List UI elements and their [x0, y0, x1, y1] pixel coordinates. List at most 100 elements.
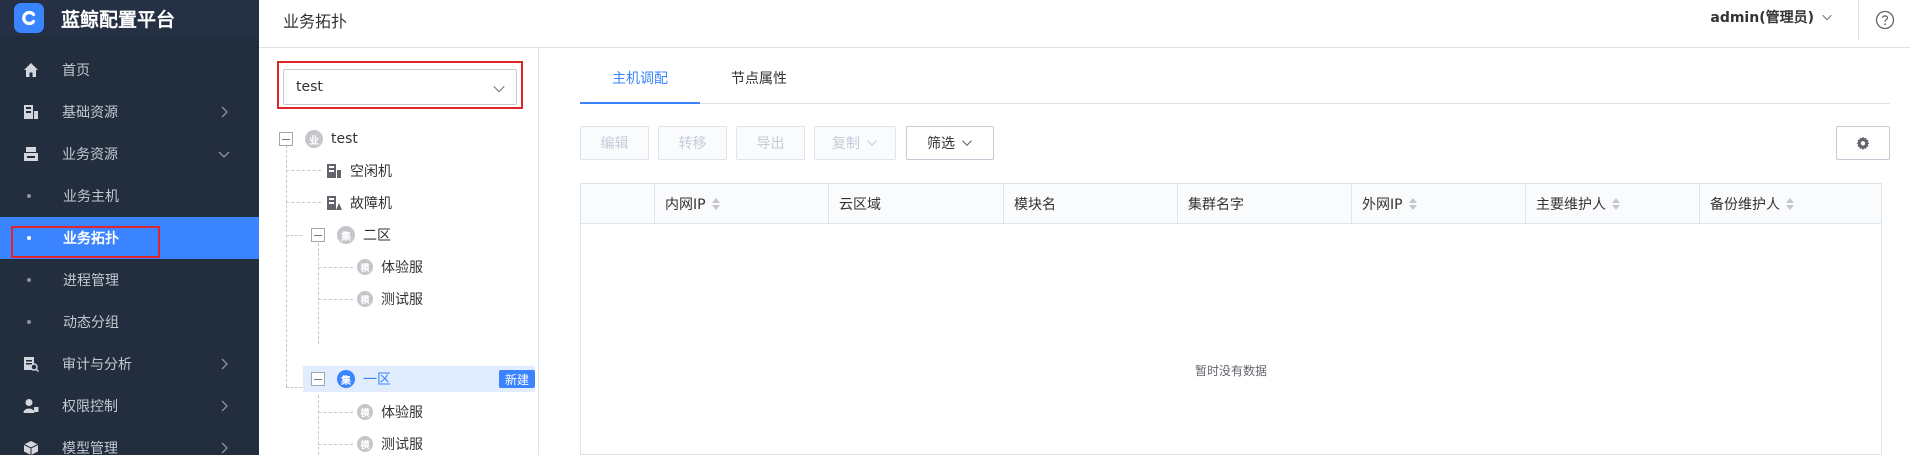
column-header-outer-ip[interactable]: 外网IP — [1351, 184, 1525, 224]
transfer-button[interactable]: 转移 — [658, 126, 727, 160]
column-header-inner-ip[interactable]: 内网IP — [654, 184, 828, 224]
topology-panel: test 业 test 空闲机 故障机 集 二区 模 体验服 模 测试服 集 一… — [259, 48, 539, 455]
chevron-down-icon — [962, 140, 972, 147]
export-button[interactable]: 导出 — [736, 126, 805, 160]
tree-guide-line — [318, 243, 319, 344]
column-header-module-name[interactable]: 模块名 — [1003, 184, 1177, 224]
tab-host-allocation[interactable]: 主机调配 — [612, 68, 668, 88]
sidebar-subitem-business-topology[interactable]: 业务拓扑 — [0, 217, 259, 259]
collapse-icon[interactable] — [279, 132, 293, 146]
tree-guide-line — [286, 387, 302, 388]
tree-node-label: 测试服 — [381, 292, 423, 308]
tree-node-module[interactable]: 模 体验服 — [357, 399, 423, 425]
tree-guide-line — [318, 267, 353, 268]
bullet-icon — [27, 194, 31, 198]
page-title: 业务拓扑 — [283, 12, 348, 31]
column-header-cloud-area[interactable]: 云区域 — [828, 184, 1003, 224]
brand[interactable]: 蓝鲸配置平台 — [0, 0, 259, 36]
resource-icon — [22, 103, 40, 121]
tree-guide-line — [286, 235, 302, 236]
tree-node-label: 测试服 — [381, 437, 423, 453]
sidebar: 蓝鲸配置平台 首页 基础资源 业务资源 业务主机 业务拓扑 进程管理 动态分组 … — [0, 0, 259, 455]
bullet-icon — [27, 320, 31, 324]
sidebar-item-business-resources[interactable]: 业务资源 — [0, 133, 259, 175]
column-label: 云区域 — [839, 197, 881, 213]
tree-node-set-selected[interactable]: 集 一区 新建 — [303, 366, 535, 392]
sidebar-item-label: 审计与分析 — [62, 357, 132, 373]
tree-guide-line — [318, 444, 353, 445]
sidebar-item-permission[interactable]: 权限控制 — [0, 385, 259, 427]
chevron-right-icon — [221, 358, 228, 370]
home-icon — [22, 61, 40, 79]
sidebar-item-basic-resources[interactable]: 基础资源 — [0, 91, 259, 133]
tree-node-root[interactable]: 业 test — [279, 126, 358, 152]
app-logo-icon — [14, 3, 44, 33]
tree-node-fault-pool[interactable]: 故障机 — [326, 190, 392, 216]
column-label: 集群名字 — [1188, 197, 1244, 213]
tree-guide-line — [286, 170, 321, 171]
edit-button[interactable]: 编辑 — [580, 126, 649, 160]
sidebar-subitem-label: 业务拓扑 — [63, 231, 119, 247]
tree-guide-line — [318, 395, 319, 455]
sort-icon[interactable] — [1408, 198, 1417, 210]
tree-node-label: test — [331, 131, 358, 147]
empty-state-text: 暂时没有数据 — [1194, 364, 1267, 378]
chevron-down-icon — [867, 140, 877, 147]
tree-node-module[interactable]: 模 测试服 — [357, 286, 423, 312]
tree-node-label: 体验服 — [381, 260, 423, 276]
tree-guide-line — [318, 412, 353, 413]
table-header: 内网IP 云区域 模块名 集群名字 外网IP 主要维护人 备份维护人 — [581, 184, 1881, 224]
column-header-bak-operator[interactable]: 备份维护人 — [1699, 184, 1881, 224]
sidebar-subitem-process-management[interactable]: 进程管理 — [0, 259, 259, 301]
set-badge-icon: 集 — [337, 370, 355, 388]
tree-node-set[interactable]: 集 二区 — [311, 222, 391, 248]
main-content: 主机调配 节点属性 编辑 转移 导出 复制 筛选 内网IP 云区域 模块名 集群… — [540, 48, 1910, 455]
module-badge-icon: 模 — [357, 436, 373, 452]
chevron-right-icon — [221, 442, 228, 454]
sidebar-subitem-dynamic-grouping[interactable]: 动态分组 — [0, 301, 259, 343]
sort-icon[interactable] — [1612, 198, 1620, 210]
filter-button[interactable]: 筛选 — [906, 126, 994, 160]
copy-button[interactable]: 复制 — [814, 126, 896, 160]
tab-node-properties[interactable]: 节点属性 — [731, 68, 787, 88]
tree-node-idle-pool[interactable]: 空闲机 — [326, 158, 392, 184]
help-button[interactable] — [1858, 0, 1910, 40]
user-menu[interactable]: admin(管理员) — [1710, 7, 1834, 27]
sidebar-item-audit[interactable]: 审计与分析 — [0, 343, 259, 385]
sidebar-item-home[interactable]: 首页 — [0, 49, 259, 91]
toolbar: 编辑 转移 导出 复制 筛选 — [580, 126, 1890, 160]
column-label: 主要维护人 — [1536, 197, 1606, 213]
tree-node-module[interactable]: 模 体验服 — [357, 254, 423, 280]
tree-node-module[interactable]: 模 测试服 — [357, 431, 423, 455]
sidebar-menu: 首页 基础资源 业务资源 业务主机 业务拓扑 进程管理 动态分组 审计与分析 权… — [0, 49, 259, 455]
tree-guide-line — [286, 145, 287, 387]
column-header-operator[interactable]: 主要维护人 — [1525, 184, 1699, 224]
module-badge-icon: 模 — [357, 404, 373, 420]
sort-icon[interactable] — [711, 198, 720, 210]
sort-icon[interactable] — [1786, 198, 1794, 210]
gear-icon — [1856, 136, 1870, 150]
new-node-button[interactable]: 新建 — [498, 370, 535, 388]
fault-host-icon — [327, 196, 342, 210]
sidebar-item-label: 首页 — [62, 63, 90, 79]
module-badge-icon: 模 — [357, 259, 373, 275]
tree-node-label: 故障机 — [350, 196, 392, 212]
sidebar-subitem-business-hosts[interactable]: 业务主机 — [0, 175, 259, 217]
permission-icon — [22, 397, 40, 415]
active-tab-indicator — [580, 102, 700, 104]
sidebar-item-model-management[interactable]: 模型管理 — [0, 427, 259, 455]
topology-tree: 业 test 空闲机 故障机 集 二区 模 体验服 模 测试服 集 一区 新建 … — [259, 48, 539, 455]
business-badge-icon: 业 — [305, 130, 323, 148]
tree-node-label: 二区 — [363, 228, 391, 244]
select-all-column[interactable] — [581, 184, 654, 224]
column-settings-button[interactable] — [1836, 126, 1890, 160]
module-badge-icon: 模 — [357, 291, 373, 307]
collapse-icon[interactable] — [311, 372, 325, 386]
column-label: 模块名 — [1014, 197, 1056, 213]
collapse-icon[interactable] — [311, 228, 325, 242]
sidebar-subitem-label: 业务主机 — [63, 189, 119, 205]
model-icon — [22, 439, 40, 455]
column-header-set-name[interactable]: 集群名字 — [1177, 184, 1351, 224]
set-badge-icon: 集 — [337, 226, 355, 244]
sidebar-item-label: 基础资源 — [62, 105, 118, 121]
